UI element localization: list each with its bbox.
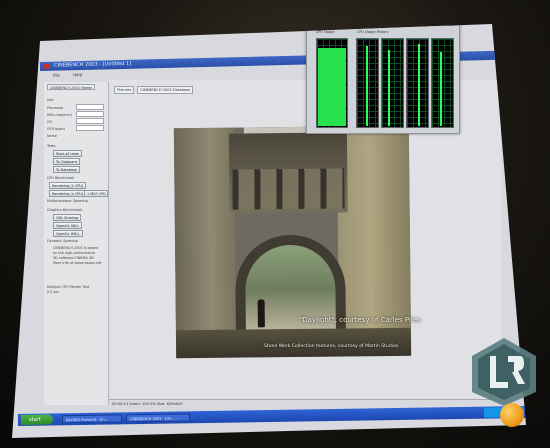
rendering-xcpu-button[interactable]: Rendering (x CPU) <box>49 190 87 197</box>
taskbar-item-cinebench[interactable]: CINEBENCH 2003 - [Un... <box>125 413 191 423</box>
render-caption-main: "Daylight", courtesy of Carles Piles <box>299 316 421 324</box>
info-line-4[interactable]: More info at www.maxon.net <box>53 261 102 265</box>
info-line-2: on the high-performance <box>53 251 96 255</box>
cpu-history-graph-3 <box>406 38 429 128</box>
viewer-tabs: Pictures CINEBENCH 2003 Database <box>114 86 195 94</box>
tab-database[interactable]: CINEBENCH 2003 Database <box>137 86 194 94</box>
lr-watermark-logo <box>472 338 536 406</box>
scene-floor <box>175 327 412 359</box>
history-spike <box>440 52 442 126</box>
render-test-label: Multiple CPU Render Test <box>47 285 90 289</box>
cpu-history-label: CPU Usage History <box>357 30 389 34</box>
render-caption-sub: Stone Work Collection textures, courtesy… <box>264 344 399 349</box>
tab-viewer[interactable]: CINEBENCH 2003 Viewer <box>47 84 96 90</box>
multiprocessor-label: Multiprocessor Speedup <box>47 199 88 203</box>
gfx-field[interactable] <box>76 125 104 131</box>
cpu-usage-value: 100 % <box>319 120 330 124</box>
scene-left-wall <box>173 127 237 359</box>
graphics-benchmark-label: Graphics Benchmark <box>47 208 83 212</box>
history-spike <box>388 50 390 126</box>
tab-pictures[interactable]: Pictures <box>114 86 135 94</box>
cinebench-app-icon <box>42 63 51 69</box>
label-name: Name <box>47 134 58 138</box>
render-time-value: 0.0 sec <box>47 290 60 294</box>
windows-taskbar: start [NVIDIO Present] - [In... CINEBENC… <box>17 406 526 426</box>
info-line-1: CINEBENCH 2003 is based <box>53 246 98 250</box>
taskbar-item-present[interactable]: [NVIDIO Present] - [In... <box>61 414 123 424</box>
cpu-history-graph-1 <box>356 38 379 128</box>
history-spike <box>366 46 368 126</box>
start-button[interactable]: start <box>20 414 54 425</box>
cpu-history-graph-4 <box>431 38 454 128</box>
os-field[interactable] <box>76 118 104 124</box>
task-manager-cpu-panel: CPU Usage CPU Usage History 100 % <box>306 25 460 134</box>
opengl-sw-button[interactable]: OpenGL SW-L <box>53 222 83 229</box>
label-gfx: GFX board <box>47 127 65 131</box>
rendering-1cpu-button[interactable]: Rendering (1 CPU) <box>49 182 87 189</box>
left-panel: CINEBENCH 2003 Viewer Info Processor MHz… <box>44 82 109 405</box>
label-processor: Processor <box>47 106 64 110</box>
scene-balcony <box>232 168 345 210</box>
cpu-history-graph-2 <box>381 38 404 128</box>
label-os: OS <box>47 120 52 124</box>
label-info: Info <box>47 98 54 102</box>
ogl-shading-button[interactable]: OGL Shading <box>53 214 82 221</box>
tests-label: Tests <box>47 144 56 148</box>
graph-grid <box>432 39 453 127</box>
projected-desktop: CINEBENCH 2003 - [Untitled 1] File Help … <box>12 24 526 438</box>
menu-file[interactable]: File <box>53 73 60 78</box>
lr-logo-ball <box>500 403 524 427</box>
graph-grid <box>382 39 403 127</box>
cpu-usage-bar <box>318 48 346 126</box>
processor-field[interactable] <box>76 104 104 110</box>
to-database-button[interactable]: To Database <box>53 166 80 173</box>
cpu-count-field[interactable]: 1 MCF CPU <box>84 190 109 197</box>
window-title: CINEBENCH 2003 - [Untitled 1] <box>53 60 132 69</box>
menu-help[interactable]: Help <box>73 72 82 77</box>
scene-figure <box>257 299 265 328</box>
info-line-3: 3D software CINEMA 4D. <box>53 256 95 260</box>
label-mhz: MHz (real/min) <box>47 113 72 117</box>
start-all-tests-button[interactable]: Start all tests <box>53 150 82 157</box>
cpu-usage-label: CPU Usage <box>316 30 335 34</box>
to-clipboard-button[interactable]: To Clipboard <box>53 158 80 165</box>
opengl-hw-button[interactable]: OpenGL HW-L <box>53 230 83 237</box>
mhz-field[interactable] <box>76 111 104 117</box>
dynamic-speedup-label: Dynamic Speedup <box>47 239 78 243</box>
cpu-benchmark-label: CPU Benchmark <box>47 176 75 180</box>
cpu-usage-graph <box>316 38 348 128</box>
history-spike <box>418 44 420 126</box>
